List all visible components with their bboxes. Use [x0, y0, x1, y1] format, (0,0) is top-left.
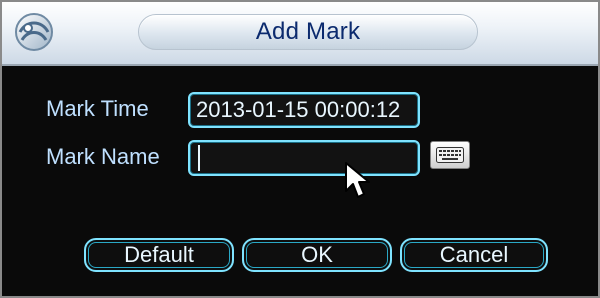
ok-button[interactable]: OK [242, 238, 392, 272]
virtual-keyboard-button[interactable] [430, 141, 470, 169]
add-mark-dialog: Add Mark Mark Time 2013-01-15 00:00:12 M… [0, 0, 600, 298]
dialog-title: Add Mark [255, 18, 361, 45]
mark-time-value: 2013-01-15 00:00:12 [196, 97, 401, 122]
dialog-content: Mark Time 2013-01-15 00:00:12 Mark Name [2, 66, 598, 296]
keyboard-icon [436, 147, 464, 163]
title-pill: Add Mark [138, 14, 478, 50]
default-button[interactable]: Default [84, 238, 234, 272]
title-bar: Add Mark [2, 2, 598, 66]
cancel-button-label: Cancel [439, 242, 509, 267]
mark-name-input[interactable] [188, 140, 420, 176]
mouse-pointer-icon [342, 161, 376, 203]
text-caret [198, 145, 200, 171]
mark-time-label: Mark Time [46, 96, 149, 121]
mark-time-field[interactable]: 2013-01-15 00:00:12 [188, 92, 420, 128]
ok-button-label: OK [301, 242, 333, 267]
cancel-button[interactable]: Cancel [400, 238, 548, 272]
dvr-logo-icon [12, 10, 56, 54]
mark-name-label: Mark Name [46, 144, 160, 169]
default-button-label: Default [124, 242, 194, 267]
